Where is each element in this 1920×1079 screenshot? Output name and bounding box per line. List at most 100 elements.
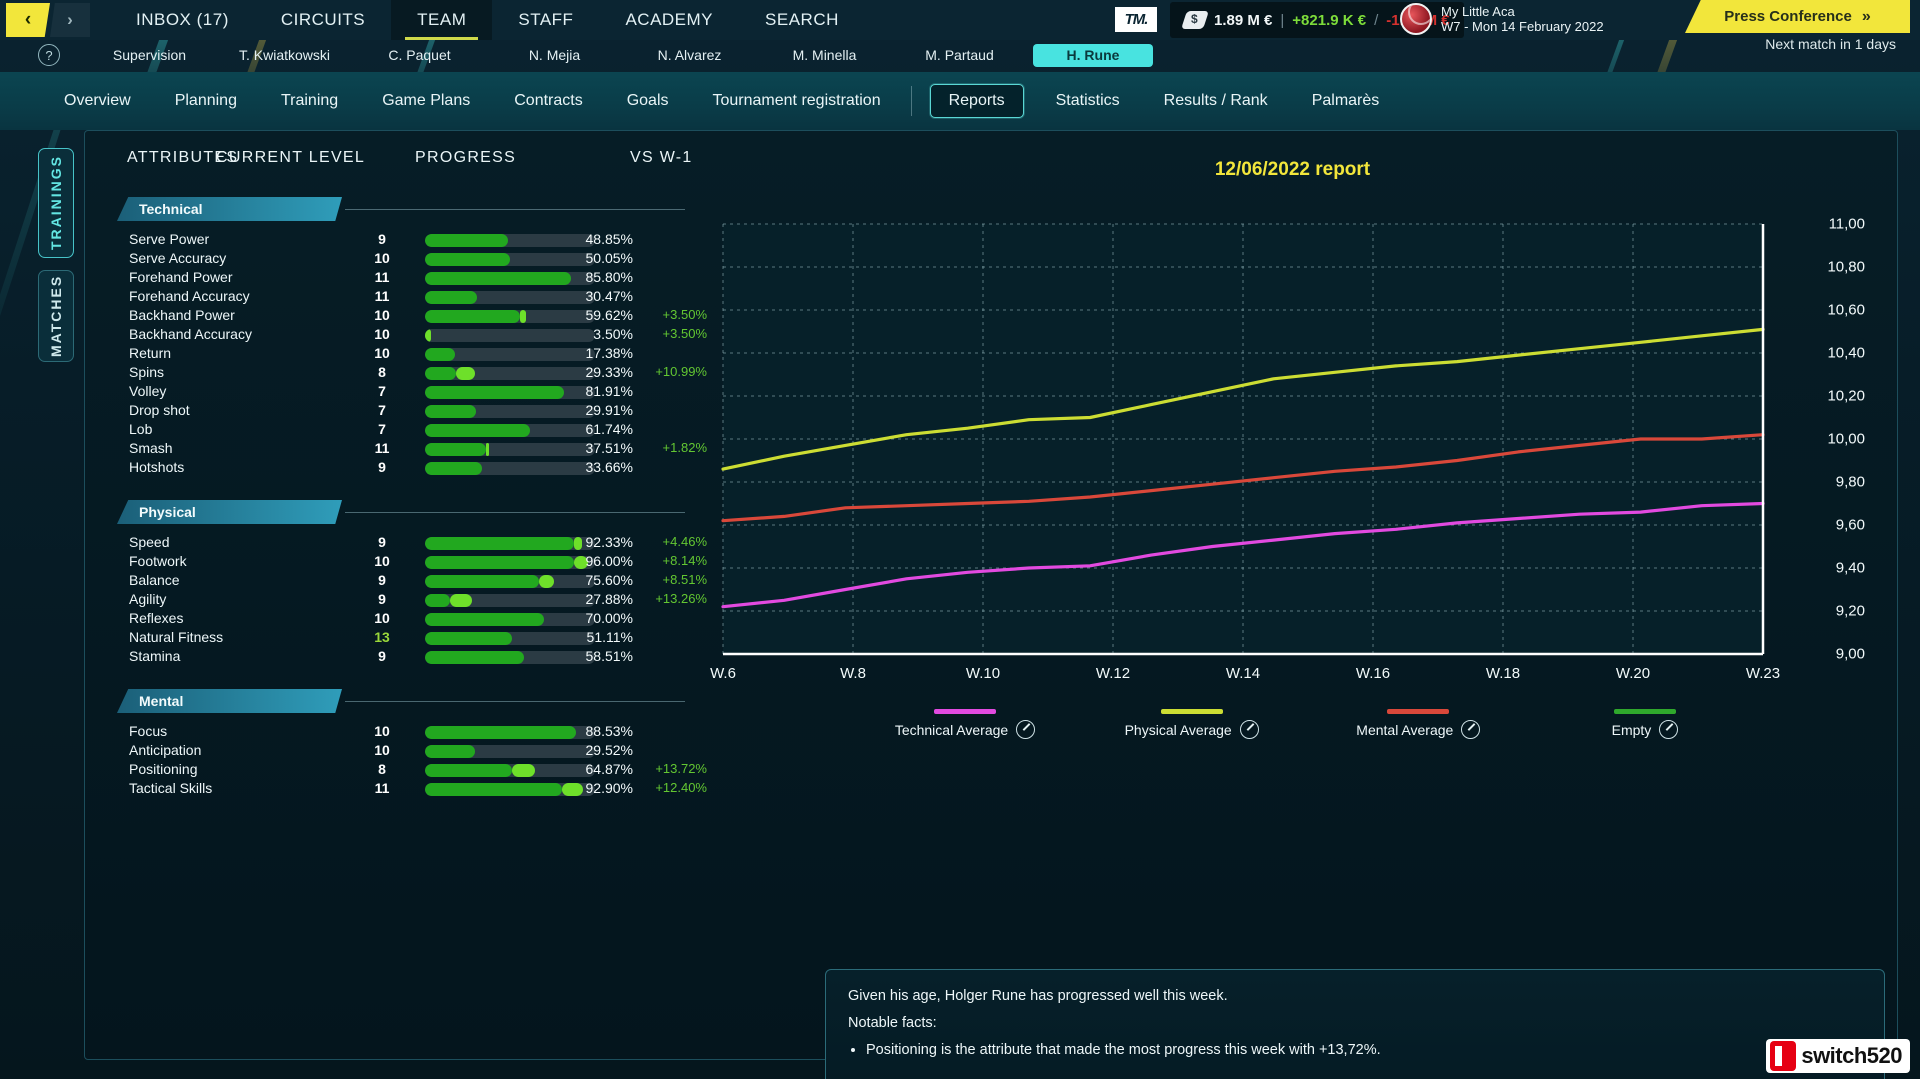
section-pill: Mental — [117, 689, 342, 713]
legend-item[interactable]: Empty — [1545, 709, 1745, 739]
attribute-progress-bar — [425, 575, 595, 588]
nav-item-search[interactable]: SEARCH — [739, 0, 865, 40]
pencil-icon[interactable] — [1659, 720, 1679, 739]
y-axis-tick: 10,20 — [1827, 387, 1865, 405]
tab-contracts[interactable]: Contracts — [492, 92, 604, 110]
attribute-percent: 30.47% — [585, 288, 633, 304]
section-label: Mental — [139, 693, 184, 709]
attribute-row[interactable]: Forehand Accuracy 11 30.47% — [105, 288, 765, 307]
progress-chart: 12/06/2022 report 11,00 10,80 10,60 10,40 10… — [705, 149, 1880, 809]
x-axis-tick: W.20 — [1615, 665, 1651, 682]
tab-results-rank[interactable]: Results / Rank — [1142, 92, 1290, 110]
nav-divider — [910, 86, 912, 116]
tab-reports[interactable]: Reports — [929, 84, 1024, 118]
attribute-progress-bar — [425, 745, 595, 758]
attribute-row[interactable]: Agility 9 27.88% +13.26% — [105, 591, 765, 610]
player-tab-row: ? Supervision T. Kwiatkowski C. Paquet N… — [0, 40, 1920, 70]
attribute-row[interactable]: Lob 7 61.74% — [105, 421, 765, 440]
tab-statistics[interactable]: Statistics — [1034, 92, 1142, 110]
tab-game-plans[interactable]: Game Plans — [360, 92, 492, 110]
attribute-level: 11 — [374, 780, 390, 796]
attribute-level: 10 — [374, 553, 390, 569]
tab-goals[interactable]: Goals — [605, 92, 691, 110]
player-tab-mejia[interactable]: N. Mejia — [487, 47, 622, 63]
attribute-row[interactable]: Volley 7 81.91% — [105, 383, 765, 402]
legend-item[interactable]: Mental Average — [1318, 709, 1518, 739]
attribute-row[interactable]: Backhand Accuracy 10 3.50% +3.50% — [105, 326, 765, 345]
attribute-row[interactable]: Backhand Power 10 59.62% +3.50% — [105, 307, 765, 326]
attribute-row[interactable]: Serve Power 9 48.85% — [105, 231, 765, 250]
nav-item-inbox[interactable]: INBOX (17) — [110, 0, 255, 40]
attribute-progress-bar — [425, 272, 595, 285]
attribute-row[interactable]: Tactical Skills 11 92.90% +12.40% — [105, 780, 765, 799]
attribute-row[interactable]: Speed 9 92.33% +4.46% — [105, 534, 765, 553]
legend-label: Technical Average — [894, 721, 1009, 738]
attribute-row[interactable]: Serve Accuracy 10 50.05% — [105, 250, 765, 269]
y-axis-tick: 9,20 — [1835, 602, 1865, 620]
attribute-gain: +8.14% — [662, 553, 707, 568]
attribute-progress-bar — [425, 405, 595, 418]
attribute-row[interactable]: Smash 11 37.51% +1.82% — [105, 440, 765, 459]
nav-item-team[interactable]: TEAM — [391, 0, 493, 40]
player-tab-minella[interactable]: M. Minella — [757, 47, 892, 63]
attribute-gain: +12.40% — [655, 780, 707, 795]
x-axis-tick: W.6 — [710, 665, 736, 682]
player-tab-partaud[interactable]: M. Partaud — [892, 47, 1027, 63]
attribute-percent: 37.51% — [585, 440, 633, 456]
attribute-row[interactable]: Drop shot 7 29.91% — [105, 402, 765, 421]
player-tab-alvarez[interactable]: N. Alvarez — [622, 47, 757, 63]
pencil-icon[interactable] — [1016, 720, 1036, 739]
tab-palmares[interactable]: Palmarès — [1290, 92, 1402, 110]
nav-item-academy[interactable]: ACADEMY — [599, 0, 739, 40]
player-tab-kwiatkowski[interactable]: T. Kwiatkowski — [217, 47, 352, 63]
attribute-level: 9 — [378, 231, 386, 247]
tab-training[interactable]: Training — [259, 92, 360, 110]
attribute-row[interactable]: Stamina 9 58.51% — [105, 648, 765, 667]
help-icon[interactable]: ? — [38, 44, 60, 66]
attribute-row[interactable]: Spins 8 29.33% +10.99% — [105, 364, 765, 383]
player-tab-paquet[interactable]: C. Paquet — [352, 47, 487, 63]
attribute-level: 13 — [374, 629, 390, 645]
nav-item-staff[interactable]: STAFF — [492, 0, 599, 40]
attribute-row[interactable]: Forehand Power 11 85.80% — [105, 269, 765, 288]
nav-item-circuits[interactable]: CIRCUITS — [255, 0, 391, 40]
club-info[interactable]: My Little Aca W7 - Mon 14 February 2022 — [1400, 3, 1604, 35]
watermark-text: switch520 — [1801, 1043, 1902, 1068]
attribute-row[interactable]: Reflexes 10 70.00% — [105, 610, 765, 629]
attribute-row[interactable]: Hotshots 9 33.66% — [105, 459, 765, 478]
progress-fill — [425, 272, 571, 285]
player-tab-rune[interactable]: H. Rune — [1033, 43, 1153, 67]
attribute-row[interactable]: Return 10 17.38% — [105, 345, 765, 364]
chart-y-axis-labels: 11,00 10,80 10,60 10,40 10,20 10,00 9,80 9,60 9,… — [1783, 204, 1873, 674]
tab-planning[interactable]: Planning — [153, 92, 259, 110]
watermark: switch520 — [1766, 1039, 1910, 1073]
vtab-trainings[interactable]: TRAININGS — [38, 148, 74, 258]
forward-button[interactable]: › — [50, 3, 90, 37]
back-button[interactable]: ‹ — [6, 3, 50, 37]
press-conference-label: Press Conference — [1724, 8, 1852, 25]
attribute-level: 10 — [374, 326, 390, 342]
tab-overview[interactable]: Overview — [42, 92, 153, 110]
legend-item[interactable]: Physical Average — [1092, 709, 1292, 739]
pencil-icon[interactable] — [1239, 720, 1259, 739]
progress-gain — [520, 310, 527, 323]
player-tab-supervision[interactable]: Supervision — [82, 47, 217, 63]
attribute-level: 10 — [374, 345, 390, 361]
tab-tournament-registration[interactable]: Tournament registration — [691, 92, 903, 110]
attributes-table: Technical Serve Power 9 48.85% Serve Accurac… — [105, 191, 765, 815]
attribute-row[interactable]: Anticipation 10 29.52% — [105, 742, 765, 761]
vtab-matches[interactable]: MATCHES — [38, 270, 74, 362]
press-conference-button[interactable]: Press Conference » — [1685, 0, 1910, 33]
legend-item[interactable]: Technical Average — [865, 709, 1065, 739]
attribute-row[interactable]: Focus 10 88.53% — [105, 723, 765, 742]
pencil-icon[interactable] — [1461, 720, 1481, 739]
attribute-row[interactable]: Footwork 10 96.00% +8.14% — [105, 553, 765, 572]
attribute-name: Balance — [129, 572, 180, 588]
attribute-row[interactable]: Positioning 8 64.87% +13.72% — [105, 761, 765, 780]
attribute-level: 9 — [378, 572, 386, 588]
report-bullet: Positioning is the attribute that made t… — [866, 1042, 1862, 1058]
attribute-row[interactable]: Balance 9 75.60% +8.51% — [105, 572, 765, 591]
attribute-row[interactable]: Natural Fitness 13 51.11% — [105, 629, 765, 648]
progress-fill — [425, 613, 544, 626]
attribute-name: Backhand Accuracy — [129, 326, 252, 342]
